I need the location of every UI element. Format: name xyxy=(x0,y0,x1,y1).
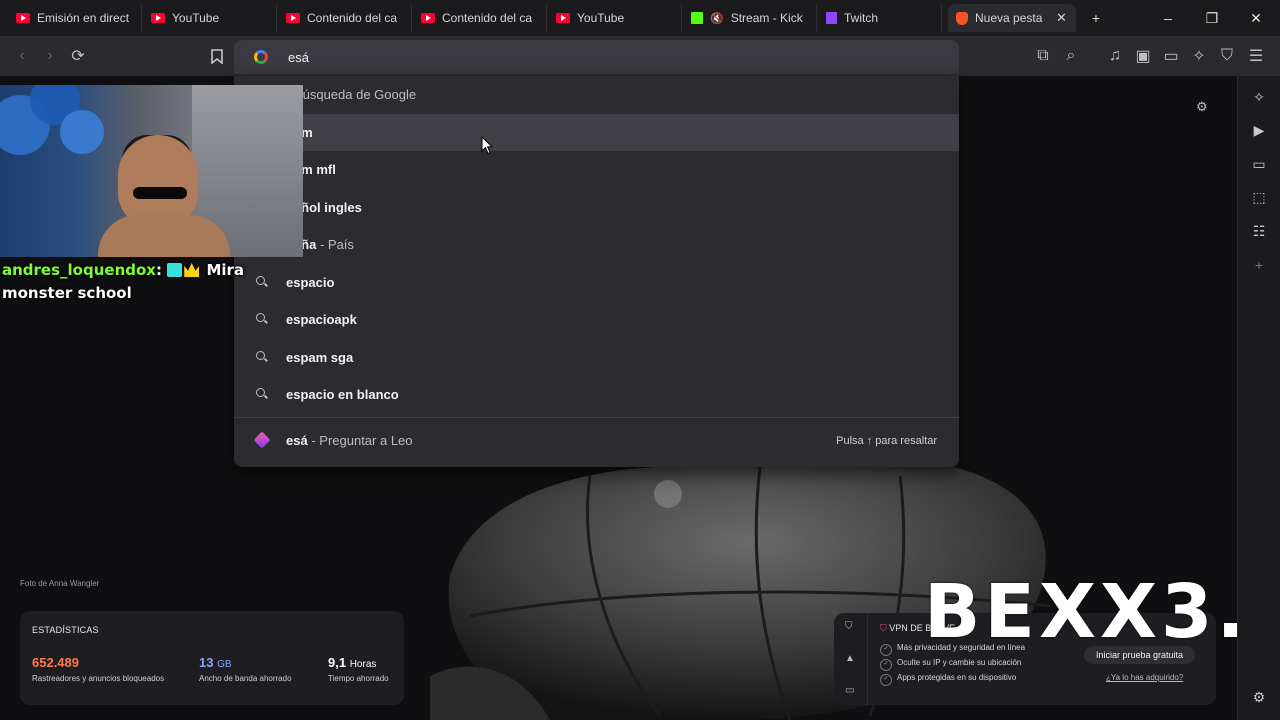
suggestion-item[interactable]: espam sga xyxy=(234,339,959,376)
add-panel-icon[interactable]: + xyxy=(1250,256,1268,274)
stats-widget: ESTADÍSTICAS 652.489 Rastreadores y anun… xyxy=(20,611,404,705)
browser-sidebar: ✧ ▶ ▭ ⬚ ☷ + ⚙ xyxy=(1237,76,1280,720)
kick-icon xyxy=(691,12,703,24)
chat-username: andres_loquendox xyxy=(2,261,156,279)
vpn-shield-icon: ⛉ xyxy=(880,623,887,633)
suggestion-item[interactable]: pañol ingles xyxy=(234,189,959,226)
forward-icon[interactable]: › xyxy=(38,44,62,68)
browser-window: Emisión en direct YouTube Contenido del … xyxy=(0,0,1280,720)
tab-label: Emisión en direct xyxy=(37,11,130,25)
leo-icon[interactable]: ✧ xyxy=(1187,44,1211,68)
youtube-icon xyxy=(16,13,30,23)
menu-icon[interactable]: ☰ xyxy=(1244,44,1268,68)
youtube-icon xyxy=(556,13,570,23)
extensions-icon[interactable]: ⧉ xyxy=(1031,44,1055,68)
stats-title: ESTADÍSTICAS xyxy=(32,625,99,635)
leo-sidebar-icon[interactable]: ✧ xyxy=(1250,88,1268,106)
tab-label: YouTube xyxy=(577,11,625,25)
tab-label: Stream - Kick xyxy=(730,11,803,25)
google-icon xyxy=(254,50,268,64)
new-tab-button[interactable]: + xyxy=(1074,0,1118,36)
divider xyxy=(234,417,959,418)
tab-contenido-1[interactable]: Contenido del ca xyxy=(278,4,412,32)
mouse-cursor-icon xyxy=(481,136,493,155)
stream-watermark: BEXX3. xyxy=(924,569,1249,655)
suggestion-item[interactable]: pam mfl xyxy=(234,151,959,188)
suggestion-item[interactable]: - Búsqueda de Google xyxy=(234,76,959,113)
tab-kick[interactable]: 🔇 Stream - Kick xyxy=(683,4,817,32)
suggestion-item[interactable]: espacioapk xyxy=(234,301,959,338)
suggestion-item[interactable]: espacio en blanco xyxy=(234,376,959,413)
stat-time: 9,1 Horas Tiempo ahorrado xyxy=(328,655,389,683)
close-tab-icon[interactable]: ✕ xyxy=(1056,10,1067,26)
wallet-icon[interactable]: ▭ xyxy=(1250,155,1268,173)
bookmarks-icon[interactable]: ⬚ xyxy=(1250,188,1268,206)
ask-leo-item[interactable]: esá - Preguntar a Leo Pulsa ↑ para resal… xyxy=(234,422,959,459)
sidebar-toggle-icon[interactable]: ▣ xyxy=(1131,44,1155,68)
video-icon[interactable]: ▶ xyxy=(1250,121,1268,139)
tab-label: YouTube xyxy=(172,11,220,25)
webcam-overlay xyxy=(0,85,303,257)
search-icon xyxy=(256,313,265,322)
address-bar[interactable]: esá xyxy=(234,40,959,74)
tab-label: Twitch xyxy=(844,11,879,25)
music-icon[interactable]: ♫ xyxy=(1103,44,1127,68)
sidebar-settings-icon[interactable]: ⚙ xyxy=(1250,688,1268,706)
youtube-icon xyxy=(286,13,300,23)
tab-twitch[interactable]: Twitch xyxy=(818,4,942,32)
already-purchased-link[interactable]: ¿Ya lo has adquirido? xyxy=(1106,673,1183,682)
brave-icon xyxy=(956,11,968,25)
twitch-icon xyxy=(826,12,837,24)
suggestion-item[interactable]: espacio xyxy=(234,264,959,301)
tab-youtube-2[interactable]: YouTube xyxy=(548,4,682,32)
tab-label: Contenido del ca xyxy=(442,11,533,25)
subscriber-badge-icon xyxy=(167,263,183,277)
suggestion-item[interactable]: pam xyxy=(234,114,959,151)
tab-search-icon[interactable]: ⌕ xyxy=(1059,44,1083,68)
crown-badge-icon xyxy=(184,263,200,277)
muted-icon[interactable]: 🔇 xyxy=(710,12,724,25)
address-input[interactable]: esá xyxy=(288,50,309,65)
vpn-feature: Apps protegidas en su dispositivo xyxy=(880,673,1016,686)
vpn-feature: Oculte su IP y cambie su ubicación xyxy=(880,658,1021,671)
bookmark-icon[interactable] xyxy=(205,44,229,68)
shield-icon[interactable]: ⛉ xyxy=(845,621,856,632)
tab-youtube-1[interactable]: YouTube xyxy=(143,4,277,32)
customize-gear-icon[interactable]: ⚙ xyxy=(1196,99,1208,115)
restore-button[interactable]: ❐ xyxy=(1190,0,1234,36)
reload-icon[interactable]: ⟳ xyxy=(66,44,90,68)
tab-label: Nueva pestañ xyxy=(975,11,1043,25)
reading-list-icon[interactable]: ☷ xyxy=(1250,222,1268,240)
close-window-button[interactable]: ✕ xyxy=(1234,0,1278,36)
keyboard-hint: Pulsa ↑ para resaltar xyxy=(836,434,937,447)
tab-nueva-pestana[interactable]: Nueva pestañ ✕ xyxy=(948,4,1076,32)
omnibox-suggestions: - Búsqueda de Google pam pam mfl pañol i… xyxy=(234,76,959,467)
youtube-icon xyxy=(151,13,165,23)
leo-ai-icon xyxy=(253,431,271,449)
youtube-icon xyxy=(421,13,435,23)
suggestion-item[interactable]: paña - País xyxy=(234,226,959,263)
tab-label: Contenido del ca xyxy=(307,11,398,25)
widget-nav: ⛉ ▲ ▭ xyxy=(834,613,868,705)
tab-emision[interactable]: Emisión en direct xyxy=(8,4,142,32)
tab-contenido-2[interactable]: Contenido del ca xyxy=(413,4,547,32)
search-icon xyxy=(256,388,265,397)
photo-credit[interactable]: Foto de Anna Wangler xyxy=(20,579,99,588)
chat-separator: : xyxy=(155,261,162,279)
stat-trackers: 652.489 Rastreadores y anuncios bloquead… xyxy=(32,655,165,683)
shield-icon[interactable]: ⛉ xyxy=(1215,44,1239,68)
search-icon xyxy=(256,351,265,360)
alert-icon[interactable]: ▲ xyxy=(845,653,856,664)
wallet-icon[interactable]: ▭ xyxy=(1159,44,1183,68)
back-icon[interactable]: ‹ xyxy=(10,44,34,68)
stat-bandwidth: 13 GB Ancho de banda ahorrado xyxy=(199,655,292,683)
minimize-button[interactable]: – xyxy=(1146,0,1190,36)
stream-chat-message: andres_loquendox: Mira monster school xyxy=(2,259,292,305)
card-icon[interactable]: ▭ xyxy=(845,685,856,696)
tab-strip: Emisión en direct YouTube Contenido del … xyxy=(0,0,1280,36)
